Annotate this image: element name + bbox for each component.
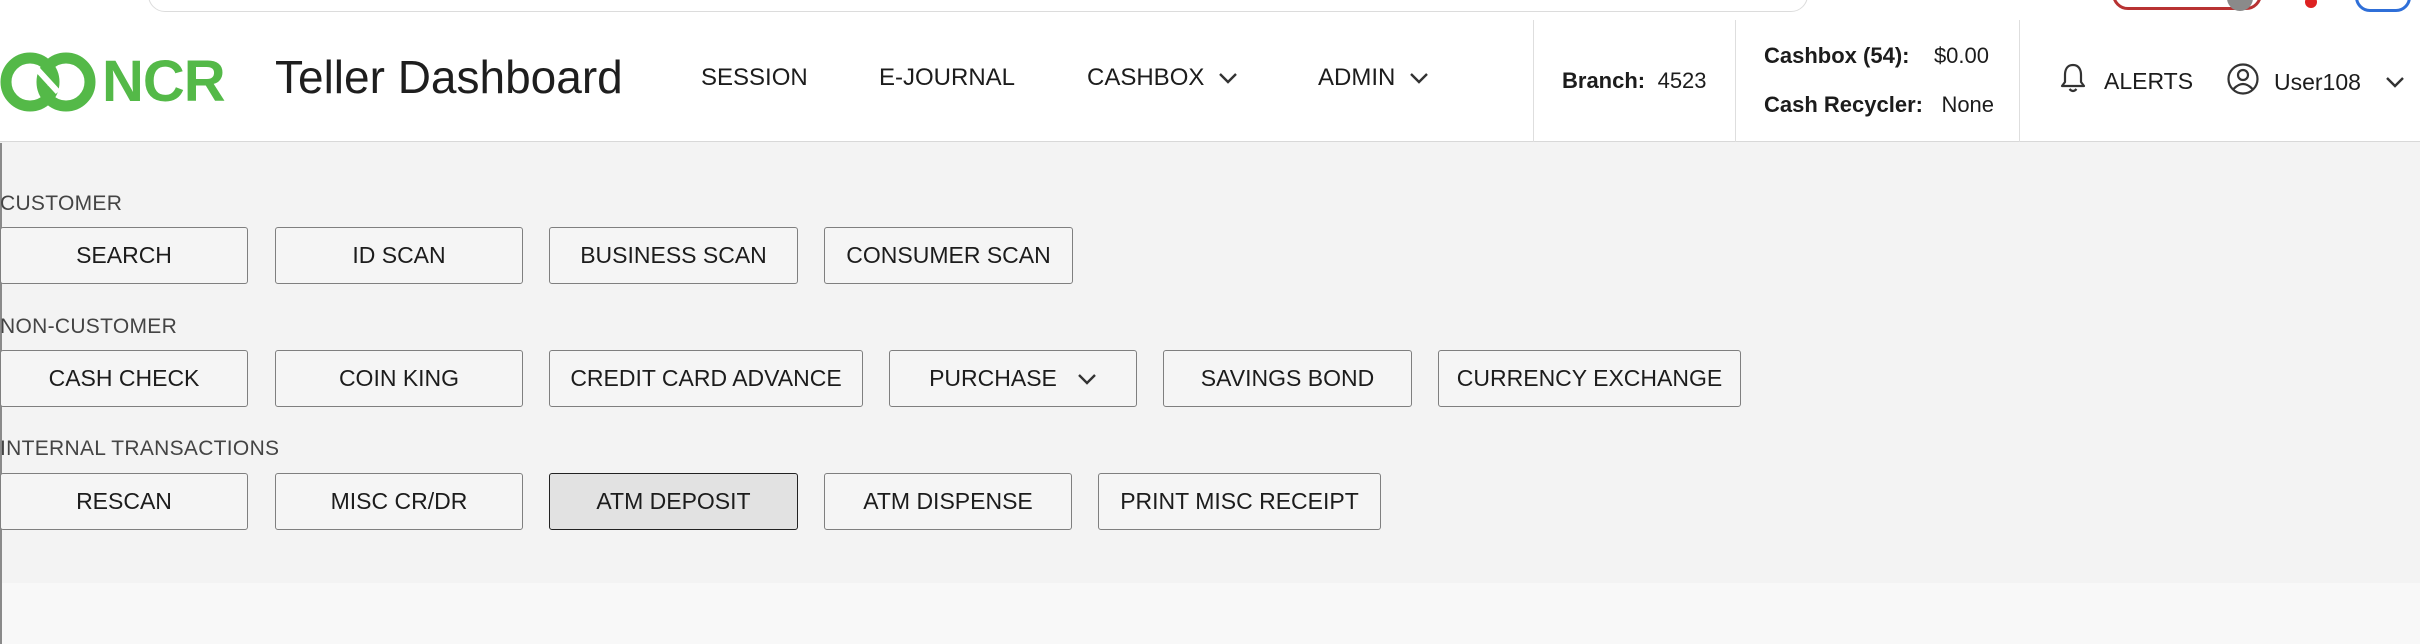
rescan-button[interactable]: RESCAN [0, 473, 248, 530]
logo-text: NCR [102, 49, 226, 114]
ncr-logo-icon [0, 52, 96, 112]
ncr-logo: NCR [0, 46, 230, 118]
section-title-internal-transactions: INTERNAL TRANSACTIONS [0, 437, 280, 460]
section-title-non-customer: NON-CUSTOMER [0, 315, 178, 338]
cash-recycler-value: None [1941, 92, 1995, 117]
chevron-down-icon [1077, 373, 1097, 385]
cashbox-label: Cashbox (54): [1764, 43, 1910, 68]
atm-deposit-button[interactable]: ATM DEPOSIT [549, 473, 798, 530]
id-scan-button[interactable]: ID SCAN [275, 227, 523, 284]
page-title: Teller Dashboard [275, 51, 623, 103]
address-bar[interactable] [148, 0, 1808, 12]
extension-toggle[interactable] [2112, 0, 2262, 11]
currency-exchange-button[interactable]: CURRENCY EXCHANGE [1438, 350, 1741, 407]
chevron-down-icon [1409, 72, 1429, 84]
bell-icon [2060, 62, 2086, 100]
nav-admin-label: ADMIN [1318, 64, 1396, 91]
cashbox-value: $0.00 [1933, 43, 1989, 68]
app-header: NCR Teller Dashboard SESSION E-JOURNAL C… [0, 20, 2420, 142]
savings-bond-button[interactable]: SAVINGS BOND [1163, 350, 1412, 407]
cash-check-button[interactable]: CASH CHECK [0, 350, 248, 407]
footer-area [0, 583, 2420, 644]
purchase-dropdown-button[interactable]: PURCHASE [889, 350, 1137, 407]
browser-toolbar [0, 0, 2420, 20]
search-button[interactable]: SEARCH [0, 227, 248, 284]
nav-admin[interactable]: ADMIN [1318, 64, 1429, 92]
notification-dot [2305, 0, 2317, 8]
alerts-button[interactable]: ALERTS [2060, 62, 2193, 100]
cash-recycler-info: Cash Recycler: None [1764, 92, 1994, 118]
header-divider [1533, 20, 1534, 142]
user-menu[interactable]: User108 [2226, 62, 2405, 102]
misc-cr-dr-button[interactable]: MISC CR/DR [275, 473, 523, 530]
branch-value: 4523 [1657, 68, 1707, 93]
purchase-label: PURCHASE [929, 365, 1057, 391]
business-scan-button[interactable]: BUSINESS SCAN [549, 227, 798, 284]
nav-cashbox[interactable]: CASHBOX [1087, 64, 1238, 92]
header-divider [1735, 20, 1736, 142]
cashbox-info: Cashbox (54): $0.00 [1764, 43, 1989, 69]
user-label: User108 [2274, 68, 2361, 95]
cash-recycler-label: Cash Recycler: [1764, 92, 1923, 117]
nav-e-journal-label: E-JOURNAL [879, 64, 1016, 91]
branch-info: Branch: 4523 [1562, 68, 1707, 94]
nav-e-journal[interactable]: E-JOURNAL [879, 64, 1015, 92]
extension-icon[interactable] [2355, 0, 2411, 12]
header-divider [2019, 20, 2020, 142]
chevron-down-icon [2385, 76, 2405, 88]
nav-session[interactable]: SESSION [701, 64, 808, 92]
user-account-icon [2226, 62, 2260, 102]
coin-king-button[interactable]: COIN KING [275, 350, 523, 407]
nav-session-label: SESSION [701, 64, 808, 91]
print-misc-receipt-button[interactable]: PRINT MISC RECEIPT [1098, 473, 1381, 530]
consumer-scan-button[interactable]: CONSUMER SCAN [824, 227, 1073, 284]
section-title-customer: CUSTOMER [0, 192, 123, 215]
nav-cashbox-label: CASHBOX [1087, 64, 1205, 91]
chevron-down-icon [1218, 72, 1238, 84]
atm-dispense-button[interactable]: ATM DISPENSE [824, 473, 1072, 530]
branch-label: Branch: [1562, 68, 1646, 93]
credit-card-advance-button[interactable]: CREDIT CARD ADVANCE [549, 350, 863, 407]
alerts-label: ALERTS [2104, 67, 2194, 94]
